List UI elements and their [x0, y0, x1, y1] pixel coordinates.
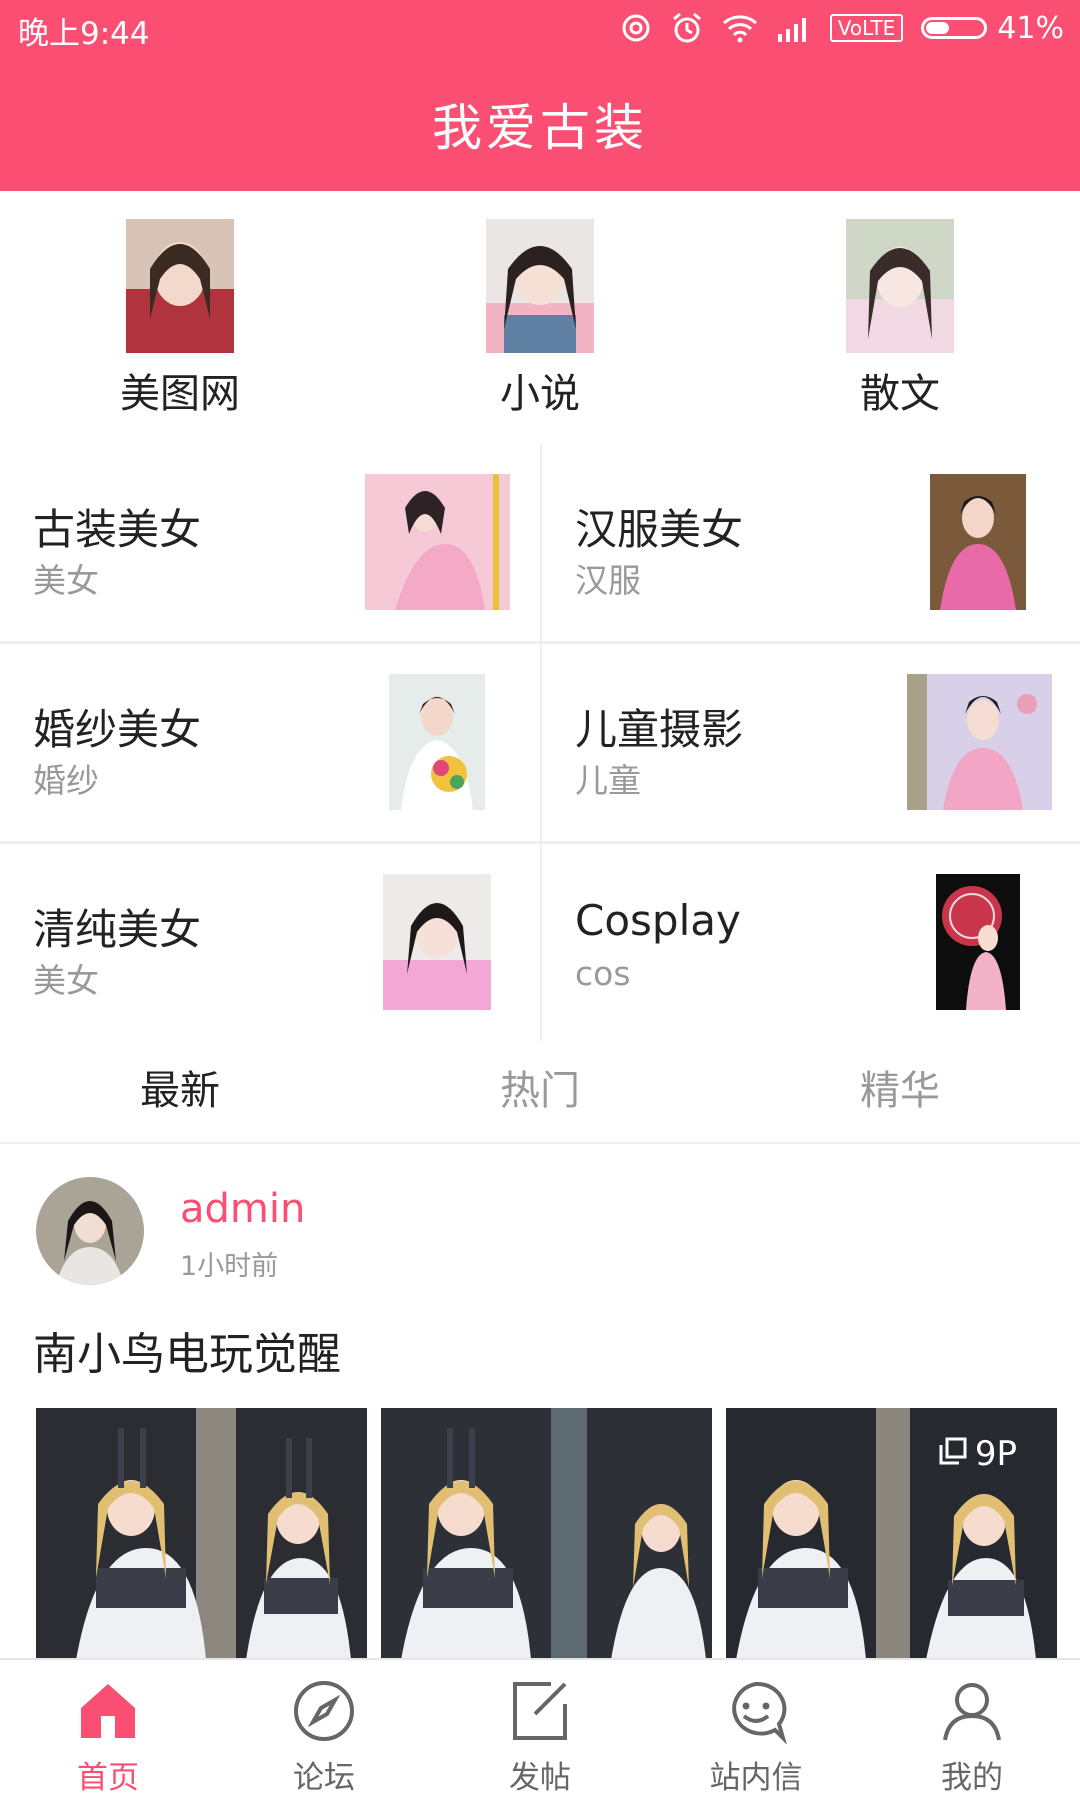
battery-percent: 41% — [997, 10, 1064, 46]
category-name: 汉服美女 — [575, 505, 744, 554]
post-image[interactable] — [381, 1408, 712, 1660]
edit-icon — [507, 1678, 573, 1748]
compass-icon — [291, 1678, 357, 1748]
category-subtitle: 儿童 — [575, 761, 641, 800]
category-wedding-beauty[interactable]: 婚纱美女 婚纱 — [0, 644, 540, 841]
category-thumbnail — [389, 674, 485, 810]
category-name: 古装美女 — [33, 505, 202, 554]
avatar[interactable] — [36, 1177, 144, 1285]
category-pure-beauty[interactable]: 清纯美女 美女 — [0, 844, 540, 1041]
category-thumbnail — [907, 674, 1052, 810]
post-card[interactable]: admin 1小时前 南小鸟电玩觉醒 9P — [0, 1142, 1080, 1662]
image-count-text: 9P — [974, 1434, 1017, 1474]
category-subtitle: 婚纱 — [33, 761, 99, 800]
quick-entry-thumbnail — [486, 219, 594, 353]
nav-profile[interactable]: 我的 — [864, 1660, 1080, 1802]
quick-entry-thumbnail — [126, 219, 234, 353]
nav-forum[interactable]: 论坛 — [216, 1660, 432, 1802]
category-thumbnail — [936, 874, 1020, 1010]
volte-badge: VoLTE — [829, 14, 904, 42]
quick-entry-label: 美图网 — [120, 371, 240, 417]
tab-featured[interactable]: 精华 — [720, 1040, 1080, 1142]
quick-entry-thumbnail — [846, 219, 954, 353]
category-ancient-beauty[interactable]: 古装美女 美女 — [0, 444, 540, 641]
post-image[interactable]: 9P — [726, 1408, 1057, 1660]
page-title: 我爱古装 — [432, 99, 648, 157]
status-bar: 晚上9:44 VoLTE 41% — [0, 0, 1080, 56]
image-count-badge: 9P — [939, 1434, 1017, 1474]
post-username[interactable]: admin — [180, 1186, 305, 1232]
app-header: 晚上9:44 VoLTE 41% 我爱古装 — [0, 0, 1080, 191]
quick-entry-prose[interactable]: 散文 — [720, 191, 1080, 444]
post-title[interactable]: 南小鸟电玩觉醒 — [33, 1318, 341, 1382]
nav-post[interactable]: 发帖 — [432, 1660, 648, 1802]
user-icon — [939, 1678, 1005, 1748]
feed-tabs: 最新 热门 精华 — [0, 1040, 1080, 1144]
signal-icon — [776, 14, 812, 42]
category-subtitle: 汉服 — [575, 561, 641, 600]
post-image-strip: 9P — [36, 1408, 1057, 1660]
category-cosplay[interactable]: Cosplay cos — [542, 844, 1080, 1041]
quick-entry-novel[interactable]: 小说 — [360, 191, 720, 444]
tab-hot[interactable]: 热门 — [360, 1040, 720, 1142]
category-thumbnail — [383, 874, 491, 1010]
category-hanfu-beauty[interactable]: 汉服美女 汉服 — [542, 444, 1080, 641]
nav-label: 论坛 — [293, 1760, 355, 1796]
quick-entry-row: 美图网 小说 散文 — [0, 191, 1080, 445]
category-name: 儿童摄影 — [575, 705, 744, 754]
post-timestamp: 1小时前 — [180, 1251, 279, 1282]
nav-label: 首页 — [77, 1760, 139, 1796]
nav-messages[interactable]: 站内信 — [648, 1660, 864, 1802]
category-grid: 古装美女 美女 汉服美女 汉服 婚纱美女 婚纱 儿童摄影 儿童 清纯美女 美女 … — [0, 444, 1080, 1041]
category-thumbnail — [930, 474, 1026, 610]
status-time: 晚上9:44 — [18, 16, 150, 52]
nav-label: 我的 — [941, 1760, 1003, 1796]
category-subtitle: cos — [575, 954, 631, 993]
hotspot-icon — [620, 12, 652, 44]
category-name: 婚纱美女 — [33, 705, 202, 754]
category-name: 清纯美女 — [33, 905, 202, 954]
battery-indicator: 41% — [921, 11, 1064, 46]
quick-entry-label: 散文 — [860, 371, 940, 417]
nav-label: 发帖 — [509, 1760, 571, 1796]
quick-entry-meitu[interactable]: 美图网 — [0, 191, 360, 444]
category-name: Cosplay — [575, 896, 741, 945]
gallery-icon — [939, 1434, 967, 1474]
category-subtitle: 美女 — [33, 561, 99, 600]
tab-latest[interactable]: 最新 — [0, 1040, 360, 1142]
category-thumbnail — [365, 474, 510, 610]
status-icons: VoLTE 41% — [620, 8, 1064, 48]
home-icon — [75, 1678, 141, 1748]
bottom-nav: 首页 论坛 发帖 站内信 我的 — [0, 1658, 1080, 1802]
wifi-icon — [722, 13, 758, 43]
nav-home[interactable]: 首页 — [0, 1660, 216, 1802]
post-image[interactable] — [36, 1408, 367, 1660]
alarm-icon — [670, 11, 704, 45]
category-subtitle: 美女 — [33, 961, 99, 1000]
battery-icon — [921, 17, 988, 39]
nav-label: 站内信 — [709, 1760, 803, 1796]
category-child-photo[interactable]: 儿童摄影 儿童 — [542, 644, 1080, 841]
quick-entry-label: 小说 — [500, 371, 580, 417]
message-icon — [723, 1678, 789, 1748]
